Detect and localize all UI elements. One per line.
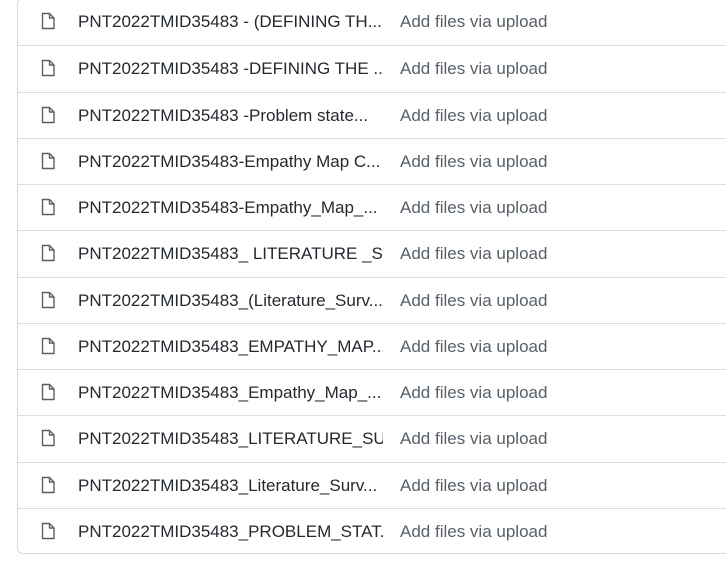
file-name-link[interactable]: PNT2022TMID35483_LITERATURE_SU... [78, 416, 383, 462]
file-name-link[interactable]: PNT2022TMID35483_Literature_Surv... [78, 463, 383, 509]
commit-message-link[interactable]: Add files via upload [400, 231, 547, 277]
commit-message-link[interactable]: Add files via upload [400, 0, 547, 45]
file-name-link[interactable]: PNT2022TMID35483-Empathy Map C... [78, 139, 383, 185]
file-row[interactable]: PNT2022TMID35483_EMPATHY_MAP... Add file… [18, 322, 726, 370]
file-name-link[interactable]: PNT2022TMID35483-Empathy_Map_... [78, 185, 383, 231]
file-icon [40, 106, 56, 124]
file-row[interactable]: PNT2022TMID35483 -Problem state... Add f… [18, 91, 726, 139]
file-name-link[interactable]: PNT2022TMID35483 - (DEFINING TH... [78, 0, 383, 45]
file-icon [40, 291, 56, 309]
file-name-link[interactable]: PNT2022TMID35483_PROBLEM_STAT... [78, 509, 383, 555]
file-list: PNT2022TMID35483 - (DEFINING TH... Add f… [17, 0, 726, 554]
commit-message-link[interactable]: Add files via upload [400, 185, 547, 231]
file-icon [40, 476, 56, 494]
file-name-link[interactable]: PNT2022TMID35483 -DEFINING THE ... [78, 46, 383, 92]
commit-message-link[interactable]: Add files via upload [400, 139, 547, 185]
file-row[interactable]: PNT2022TMID35483_LITERATURE_SU... Add fi… [18, 415, 726, 461]
file-icon [40, 522, 56, 540]
file-name-link[interactable]: PNT2022TMID35483_Empathy_Map_... [78, 370, 383, 416]
file-row[interactable]: PNT2022TMID35483_Empathy_Map_... Add fil… [18, 369, 726, 415]
file-icon [40, 337, 56, 355]
commit-message-link[interactable]: Add files via upload [400, 93, 547, 139]
file-row[interactable]: PNT2022TMID35483-Empathy_Map_... Add fil… [18, 184, 726, 230]
file-icon [40, 429, 56, 447]
file-icon [40, 59, 56, 77]
file-row[interactable]: PNT2022TMID35483_Literature_Surv... Add … [18, 461, 726, 509]
file-icon [40, 244, 56, 262]
file-row[interactable]: PNT2022TMID35483_(Literature_Surv... Add… [18, 276, 726, 324]
file-icon [40, 12, 56, 30]
file-row[interactable]: PNT2022TMID35483-Empathy Map C... Add fi… [18, 137, 726, 185]
file-row[interactable]: PNT2022TMID35483 -DEFINING THE ... Add f… [18, 45, 726, 91]
commit-message-link[interactable]: Add files via upload [400, 416, 547, 462]
commit-message-link[interactable]: Add files via upload [400, 46, 547, 92]
file-row[interactable]: PNT2022TMID35483_ LITERATURE _S... Add f… [18, 230, 726, 276]
commit-message-link[interactable]: Add files via upload [400, 463, 547, 509]
file-name-link[interactable]: PNT2022TMID35483 -Problem state... [78, 93, 383, 139]
file-icon [40, 198, 56, 216]
commit-message-link[interactable]: Add files via upload [400, 278, 547, 324]
file-name-link[interactable]: PNT2022TMID35483_EMPATHY_MAP... [78, 324, 383, 370]
file-row[interactable]: PNT2022TMID35483_PROBLEM_STAT... Add fil… [18, 507, 726, 555]
file-name-link[interactable]: PNT2022TMID35483_(Literature_Surv... [78, 278, 383, 324]
commit-message-link[interactable]: Add files via upload [400, 324, 547, 370]
commit-message-link[interactable]: Add files via upload [400, 509, 547, 555]
file-icon [40, 383, 56, 401]
file-name-link[interactable]: PNT2022TMID35483_ LITERATURE _S... [78, 231, 383, 277]
commit-message-link[interactable]: Add files via upload [400, 370, 547, 416]
file-icon [40, 152, 56, 170]
file-row[interactable]: PNT2022TMID35483 - (DEFINING TH... Add f… [18, 0, 726, 45]
